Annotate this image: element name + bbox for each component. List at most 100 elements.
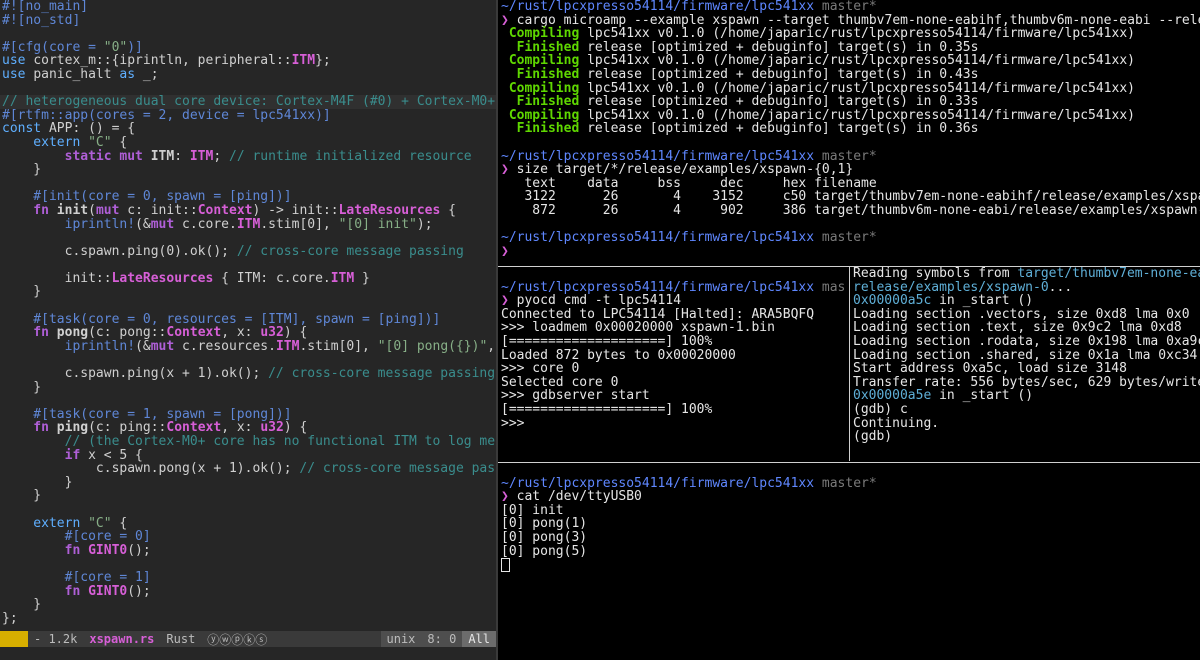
- code-line[interactable]: use cortex_m::{iprintln, peripheral::ITM…: [0, 54, 496, 68]
- code-line[interactable]: }: [0, 380, 496, 395]
- code-line[interactable]: #[rtfm::app(cores = 2, device = lpc541xx…: [0, 108, 496, 123]
- terminal-line: 3122 26 4 3152 c50 target/thumbv7em-none…: [501, 190, 1200, 204]
- code-line[interactable]: if x < 5 {: [0, 448, 496, 463]
- terminal-line: [0] pong(1): [501, 517, 1200, 531]
- output-text: 872 26 4 902 386 target/thumbv6m-none-ea…: [501, 202, 1200, 218]
- code-line[interactable]: c.spawn.ping(0).ok(); // cross-core mess…: [0, 244, 496, 259]
- terminal-line: Compiling lpc541xx v0.1.0 (/home/japaric…: [501, 27, 1200, 41]
- terminal-pane-gdb[interactable]: Reading symbols from target/thumbv7em-no…: [853, 267, 1200, 461]
- code-line[interactable]: }: [0, 598, 496, 612]
- code-line[interactable]: iprintln!(&mut c.resources.ITM.stim[0], …: [0, 340, 496, 354]
- code-line[interactable]: fn init(mut c: init::Context) -> init::L…: [0, 204, 496, 218]
- code-line[interactable]: }: [0, 285, 496, 299]
- terminal-line: Transfer rate: 556 bytes/sec, 629 bytes/…: [853, 375, 1200, 390]
- terminal-line: >>> gdbserver start: [501, 389, 846, 403]
- terminal-line: ~/rust/lpcxpresso54114/firmware/lpc541xx…: [501, 0, 1200, 14]
- code-line[interactable]: static mut ITM: ITM; // runtime initiali…: [0, 149, 496, 164]
- code-line[interactable]: fn ping(c: ping::Context, x: u32) {: [0, 421, 496, 435]
- terminal-line: [0] pong(3): [501, 531, 1200, 545]
- code-line[interactable]: extern "C" {: [0, 516, 496, 531]
- code-line[interactable]: [0, 394, 496, 408]
- terminal-line: Loading section .vectors, size 0xd8 lma …: [853, 307, 1200, 322]
- code-line[interactable]: #![no_std]: [0, 13, 496, 28]
- code-line[interactable]: }: [0, 475, 496, 490]
- terminal-line: >>>: [501, 415, 846, 431]
- git-branch: master*: [814, 230, 877, 246]
- code-line[interactable]: [0, 299, 496, 313]
- terminal-line: Finished release [optimized + debuginfo]…: [501, 40, 1200, 55]
- code-line[interactable]: init::LateResources { ITM: c.core.ITM }: [0, 272, 496, 286]
- code-line[interactable]: fn pong(c: pong::Context, x: u32) {: [0, 326, 496, 340]
- code-line[interactable]: const APP: () = {: [0, 122, 496, 136]
- git-branch: master*: [821, 279, 846, 295]
- terminal-line: 0x00000a5c in _start (): [853, 294, 1200, 308]
- code-line[interactable]: // heterogeneous dual core device: Corte…: [0, 95, 496, 109]
- output-text: (gdb): [853, 429, 893, 445]
- code-line[interactable]: [0, 82, 496, 96]
- terminal-line: ❯: [501, 244, 1200, 259]
- terminal-pane-pyocd[interactable]: ~/rust/lpcxpresso54114/firmware/lpc541xx…: [501, 267, 846, 461]
- terminal-line: release/examples/xspawn-0...: [853, 280, 1200, 295]
- code-line[interactable]: [0, 231, 496, 245]
- terminal-pane-serial[interactable]: ~/rust/lpcxpresso54114/firmware/lpc541xx…: [501, 463, 1200, 660]
- code-line[interactable]: #![no_main]: [0, 0, 496, 14]
- prompt-path: ~/rust/lpcxpresso54114/firmware/lpc541xx: [501, 230, 815, 246]
- scroll-indicator: All: [462, 631, 496, 647]
- editor-status-line: - 1.2k xspawn.rs Rust ⓨⓦⓟⓚⓢ unix 8: 0 Al…: [0, 631, 496, 647]
- terminal-line: [====================] 100%: [501, 403, 846, 417]
- terminal-line: ❯ pyocd cmd -t lpc54114: [501, 294, 846, 308]
- output-text: >>>: [501, 415, 525, 431]
- terminal-line: (gdb): [853, 430, 1200, 444]
- file-name: xspawn.rs: [89, 632, 155, 646]
- terminal-line: Continuing.: [853, 416, 1200, 431]
- pane-divider[interactable]: [849, 267, 850, 461]
- terminal-line: >>> loadmem 0x00020000 xspawn-1.bin: [501, 321, 846, 335]
- terminal-line: ~/rust/lpcxpresso54114/firmware/lpc541xx…: [501, 149, 1200, 164]
- file-encoding: unix: [380, 631, 422, 647]
- terminal-line: Compiling lpc541xx v0.1.0 (/home/japaric…: [501, 108, 1200, 123]
- terminal-line: text data bss dec hex filename: [501, 176, 1200, 191]
- terminal-line: ~/rust/lpcxpresso54114/firmware/lpc541xx…: [501, 475, 1200, 491]
- code-line[interactable]: [0, 258, 496, 272]
- code-line[interactable]: [0, 177, 496, 191]
- terminal-line: Finished release [optimized + debuginfo]…: [501, 122, 1200, 136]
- cursor-position: 8: 0: [421, 631, 463, 647]
- code-line[interactable]: // (the Cortex-M0+ core has no functiona…: [0, 435, 496, 449]
- terminal-line: [0] init: [501, 503, 1200, 518]
- editor-buffer[interactable]: #![no_main] #![no_std] #[cfg(core = "0")] u…: [0, 0, 496, 625]
- code-editor[interactable]: #![no_main] #![no_std] #[cfg(core = "0")] u…: [0, 0, 496, 660]
- code-line[interactable]: [0, 353, 496, 367]
- terminal-line: Selected core 0: [501, 375, 846, 390]
- git-branch: master*: [814, 475, 877, 491]
- code-line[interactable]: #[task(core = 1, spawn = [pong])]: [0, 408, 496, 422]
- code-line[interactable]: };: [0, 611, 496, 626]
- code-line[interactable]: #[core = 0]: [0, 530, 496, 544]
- mode-indicator: [0, 631, 28, 647]
- code-line[interactable]: }: [0, 163, 496, 177]
- pane-divider[interactable]: [496, 0, 498, 660]
- code-line[interactable]: #[cfg(core = "0")]: [0, 40, 496, 55]
- code-line[interactable]: #[task(core = 0, resources = [ITM], spaw…: [0, 312, 496, 327]
- terminal-pane-build[interactable]: ~/rust/lpcxpresso54114/firmware/lpc541xx…: [501, 0, 1200, 265]
- terminal-line: Reading symbols from target/thumbv7em-no…: [853, 267, 1200, 281]
- terminal-line: [501, 558, 1200, 573]
- code-line[interactable]: [0, 27, 496, 41]
- code-line[interactable]: iprintln!(&mut c.core.ITM.stim[0], "[0] …: [0, 217, 496, 232]
- code-line[interactable]: }: [0, 489, 496, 503]
- code-line[interactable]: fn GINT0();: [0, 543, 496, 558]
- code-line[interactable]: c.spawn.ping(x + 1).ok(); // cross-core …: [0, 367, 496, 381]
- code-line[interactable]: [0, 503, 496, 517]
- code-line[interactable]: use panic_halt as _;: [0, 68, 496, 82]
- screen: #![no_main] #![no_std] #[cfg(core = "0")] u…: [0, 0, 1200, 660]
- code-line[interactable]: extern "C" {: [0, 136, 496, 150]
- code-line[interactable]: fn GINT0();: [0, 584, 496, 599]
- code-line[interactable]: #[core = 1]: [0, 571, 496, 585]
- code-line[interactable]: c.spawn.pong(x + 1).ok(); // cross-core …: [0, 462, 496, 476]
- terminal-line: ~/rust/lpcxpresso54114/firmware/lpc541xx…: [501, 279, 846, 295]
- terminal-line: Start address 0xa5c, load size 3148: [853, 362, 1200, 376]
- terminal-line: ❯ size target/*/release/examples/xspawn-…: [501, 163, 1200, 177]
- code-line[interactable]: #[init(core = 0, spawn = [ping])]: [0, 190, 496, 204]
- code-line[interactable]: [0, 557, 496, 571]
